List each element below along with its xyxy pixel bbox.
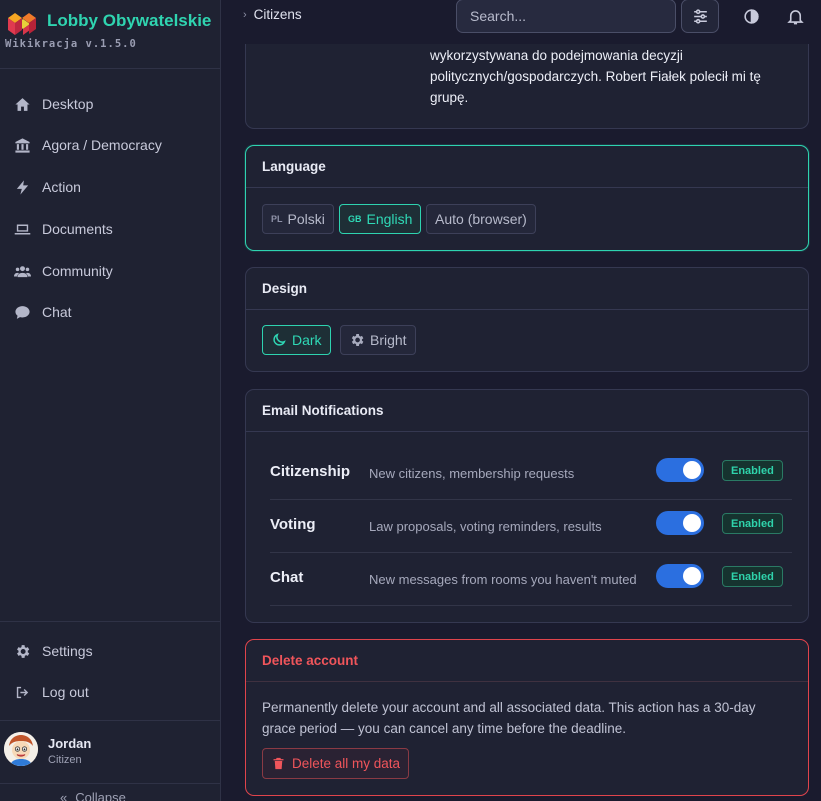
design-card: Design [245, 267, 809, 372]
notifications-button[interactable] [776, 0, 814, 33]
language-card: Language [245, 145, 809, 251]
language-option-auto[interactable]: Auto (browser) [426, 204, 536, 234]
sidebar-item-label: Desktop [42, 96, 94, 112]
gear-icon [351, 334, 364, 346]
search-input[interactable] [456, 0, 676, 33]
breadcrumb-item[interactable]: Citizens [254, 7, 302, 22]
divider [0, 621, 220, 622]
sidebar: Lobby Obywatelskie Wikikracja v.1.5.0 De… [0, 0, 221, 801]
sidebar-item-label: Documents [42, 221, 113, 237]
status-badge: Enabled [722, 566, 783, 587]
language-option-english[interactable]: GB English [339, 204, 422, 234]
logout-button[interactable]: Log out [0, 676, 220, 708]
gear-icon [13, 642, 31, 660]
theme-option-dark[interactable]: Dark [262, 325, 331, 355]
language-option-label: Auto (browser) [435, 211, 527, 227]
sidebar-item-chat[interactable]: Chat [0, 296, 220, 328]
language-option-label: Polski [287, 211, 325, 227]
brand-name: Lobby Obywatelskie [47, 11, 212, 30]
moon-icon [273, 333, 286, 346]
sidebar-item-label: Community [42, 263, 113, 279]
laptop-icon [13, 220, 31, 238]
sidebar-item-label: Action [42, 179, 81, 195]
divider [0, 720, 220, 721]
building-columns-icon [13, 136, 31, 154]
user-profile[interactable]: Jordan Citizen [0, 722, 220, 780]
sidebar-item-desktop[interactable]: Desktop [0, 88, 220, 120]
theme-option-bright[interactable]: Bright [340, 325, 416, 355]
voting-toggle[interactable] [656, 511, 704, 535]
home-icon [13, 95, 31, 113]
toggle-knob [683, 567, 701, 585]
filters-button[interactable] [681, 0, 719, 33]
sidebar-item-agora[interactable]: Agora / Democracy [0, 129, 220, 161]
collapse-label: Collapse [75, 790, 126, 801]
flag-gb: GB [348, 214, 362, 224]
delete-account-description: Permanently delete your account and all … [262, 700, 756, 736]
user-name: Jordan [48, 736, 92, 751]
notification-description: New messages from rooms you haven't mute… [369, 572, 637, 587]
chevron-right-icon: › [243, 8, 247, 21]
toggle-knob [683, 514, 701, 532]
sidebar-item-label: Settings [42, 643, 93, 659]
trash-icon [273, 757, 284, 770]
sidebar-item-documents[interactable]: Documents [0, 213, 220, 245]
collapse-sidebar-button[interactable]: « Collapse [60, 790, 126, 801]
notification-title: Citizenship [270, 463, 351, 480]
sliders-icon [693, 8, 707, 24]
breadcrumb: › Citizens [243, 7, 302, 22]
divider [0, 68, 220, 69]
notification-description: New citizens, membership requests [369, 466, 575, 481]
contrast-icon [743, 8, 759, 24]
notification-row-citizenship: Citizenship New citizens, membership req… [270, 447, 792, 500]
theme-toggle-button[interactable] [732, 0, 770, 33]
notification-title: Voting [270, 516, 316, 533]
theme-option-label: Bright [370, 332, 407, 348]
bell-icon [786, 9, 804, 24]
sidebar-item-action[interactable]: Action [0, 171, 220, 203]
sidebar-item-community[interactable]: Community [0, 255, 220, 287]
sidebar-item-label: Log out [42, 684, 89, 700]
chat-toggle[interactable] [656, 564, 704, 588]
language-option-polski[interactable]: PL Polski [262, 204, 334, 234]
delete-all-data-button[interactable]: Delete all my data [262, 748, 410, 779]
sidebar-item-settings[interactable]: Settings [0, 635, 220, 667]
divider [0, 783, 220, 784]
notification-row-chat: Chat New messages from rooms you haven't… [270, 553, 792, 606]
email-notifications-title: Email Notifications [246, 390, 808, 432]
avatar [4, 732, 38, 766]
chat-bubble-icon [13, 303, 31, 321]
delete-button-label: Delete all my data [292, 756, 401, 771]
app-version: Wikikracja v.1.5.0 [5, 38, 137, 50]
language-card-title: Language [246, 146, 808, 188]
profile-note-line: grupę. [430, 90, 469, 105]
status-badge: Enabled [722, 460, 783, 481]
double-chevron-left-icon: « [60, 790, 68, 801]
user-role: Citizen [48, 754, 82, 766]
language-option-label: English [366, 211, 413, 227]
citizenship-toggle[interactable] [656, 458, 704, 482]
users-icon [13, 262, 31, 280]
sidebar-item-label: Chat [42, 304, 72, 320]
status-badge: Enabled [722, 513, 783, 534]
lightning-icon [13, 178, 31, 196]
delete-account-title: Delete account [246, 640, 808, 682]
theme-option-label: Dark [292, 332, 322, 348]
notification-row-voting: Voting Law proposals, voting reminders, … [270, 500, 792, 553]
logout-icon [13, 683, 31, 701]
notification-description: Law proposals, voting reminders, results [369, 519, 602, 534]
brand-logo-icon [8, 13, 36, 35]
design-card-title: Design [246, 268, 808, 310]
profile-note-line: politycznych/gospodarczych. Robert Fiałe… [430, 69, 761, 84]
profile-note: wykorzystywana do podejmowania decyzji p… [430, 45, 761, 108]
sidebar-item-label: Agora / Democracy [42, 137, 162, 153]
toggle-knob [683, 461, 701, 479]
top-bar: › Citizens [221, 0, 821, 44]
profile-note-line: wykorzystywana do podejmowania decyzji [430, 48, 683, 63]
flag-pl: PL [271, 214, 283, 224]
notification-title: Chat [270, 569, 304, 586]
profile-card: wykorzystywana do podejmowania decyzji p… [245, 30, 809, 129]
